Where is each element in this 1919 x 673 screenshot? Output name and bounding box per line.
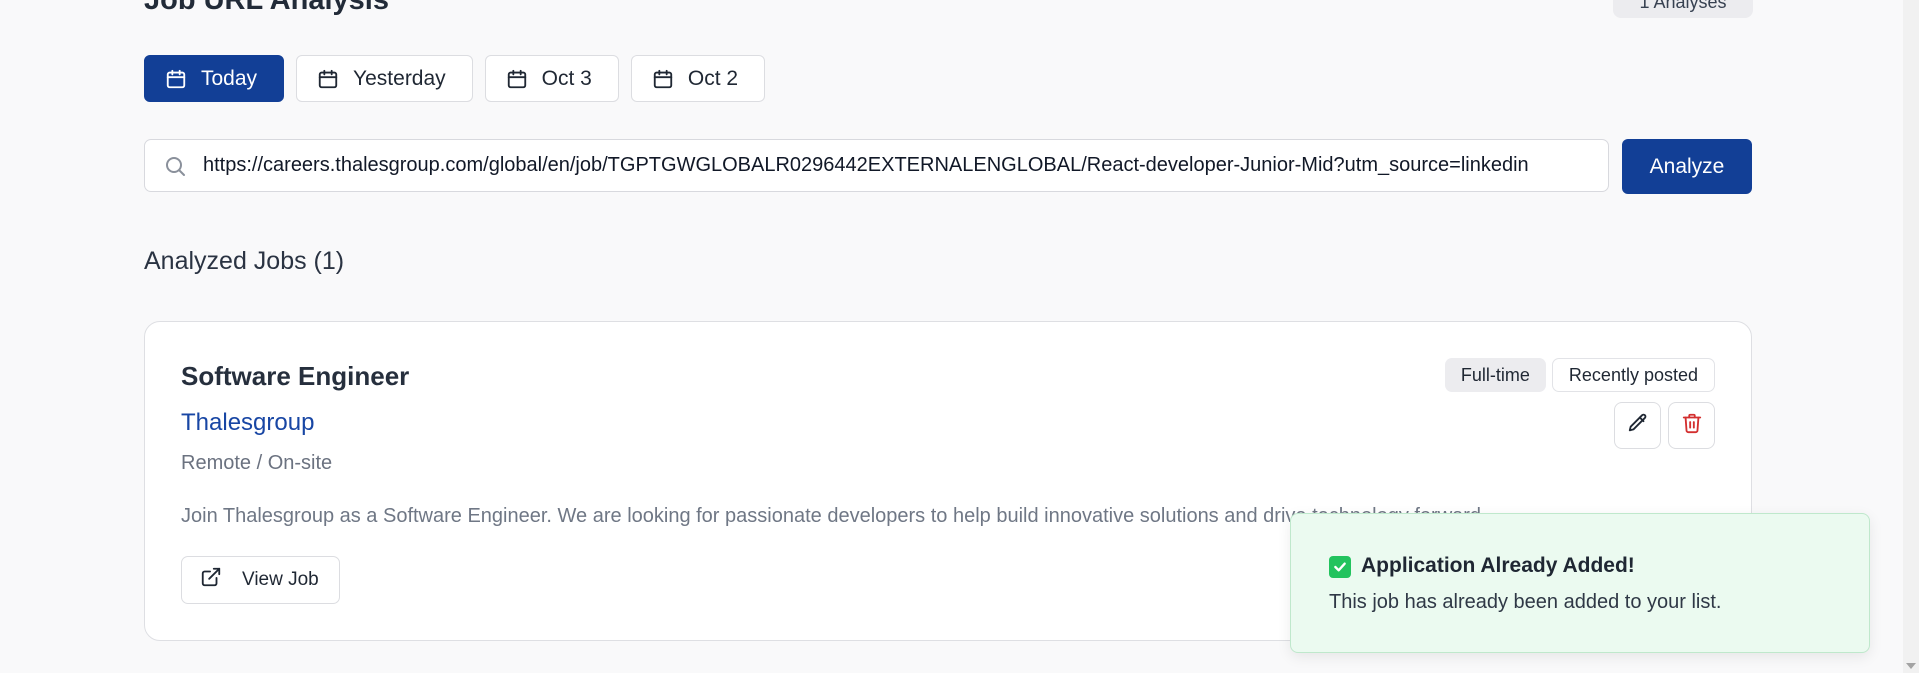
view-job-button[interactable]: View Job — [181, 556, 340, 604]
scroll-down-arrow-icon[interactable] — [1906, 663, 1916, 669]
date-filter-yesterday[interactable]: Yesterday — [296, 55, 473, 102]
external-link-icon — [200, 566, 222, 594]
date-filter-oct-2[interactable]: Oct 2 — [630, 55, 766, 102]
date-filter-label: Today — [201, 66, 258, 90]
calendar-icon — [165, 68, 187, 90]
job-location: Remote / On-site — [181, 452, 333, 474]
date-filter-label: Yesterday — [353, 66, 446, 90]
employment-type-badge: Full-time — [1444, 358, 1546, 392]
job-actions — [1614, 402, 1715, 449]
page-title: Job URL Analysis — [144, 0, 389, 16]
date-filter-oct-3[interactable]: Oct 3 — [484, 55, 619, 102]
toast-notification: Application Already Added! This job has … — [1290, 513, 1870, 653]
delete-button[interactable] — [1668, 402, 1715, 449]
analyses-count-badge: 1 Analyses — [1613, 0, 1753, 18]
calendar-icon — [506, 68, 528, 90]
search-icon — [163, 154, 187, 178]
pencil-icon — [1627, 412, 1649, 439]
date-filter-today[interactable]: Today — [144, 55, 285, 102]
job-badges: Full-time Recently posted — [1444, 358, 1715, 392]
trash-icon — [1681, 412, 1703, 439]
posted-badge: Recently posted — [1551, 358, 1715, 392]
page-scrollbar[interactable] — [1903, 0, 1919, 673]
date-filter-label: Oct 2 — [687, 66, 739, 90]
job-url-input[interactable] — [203, 154, 1608, 177]
edit-button[interactable] — [1614, 402, 1661, 449]
analyzed-jobs-heading: Analyzed Jobs (1) — [144, 247, 345, 275]
job-title: Software Engineer — [181, 361, 410, 391]
view-job-label: View Job — [242, 569, 319, 590]
company-link[interactable]: Thalesgroup — [181, 409, 314, 437]
calendar-icon — [652, 68, 674, 90]
analyze-button[interactable]: Analyze — [1622, 139, 1752, 194]
toast-title: Application Already Added! — [1361, 554, 1635, 577]
check-square-icon — [1329, 556, 1351, 578]
date-filter-label: Oct 3 — [541, 66, 592, 90]
toast-message: This job has already been added to your … — [1329, 591, 1722, 613]
calendar-icon — [317, 68, 339, 90]
url-search-bar — [144, 139, 1609, 192]
date-filter-group: Today Yesterday Oct 3 Oct 2 — [144, 55, 766, 102]
